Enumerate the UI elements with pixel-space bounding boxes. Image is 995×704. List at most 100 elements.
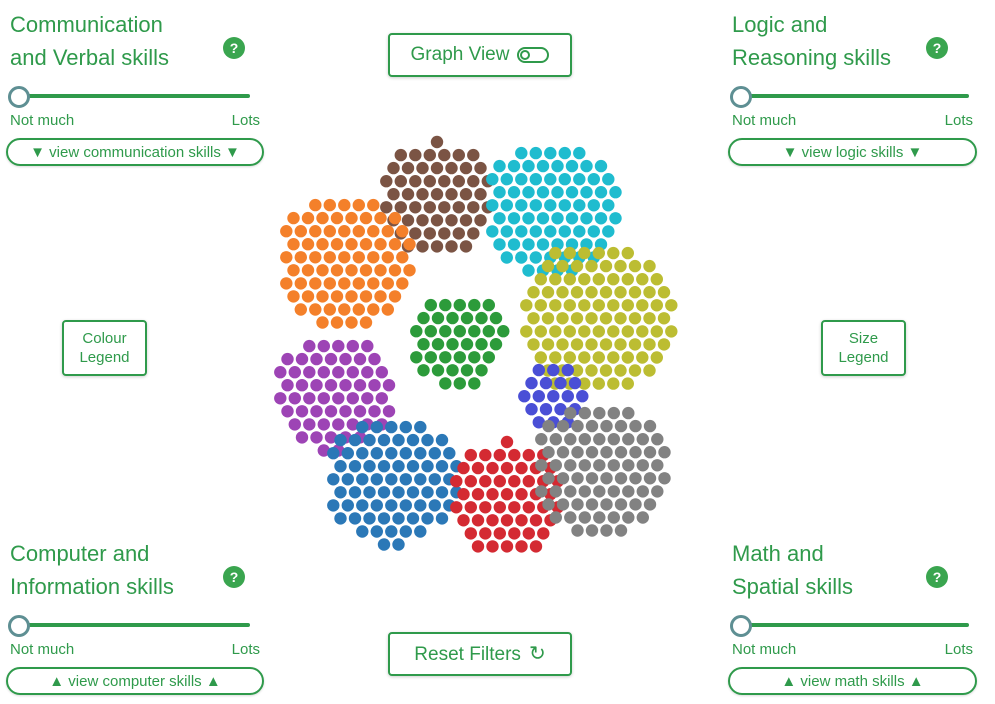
bubble[interactable] [309, 225, 322, 238]
bubble[interactable] [549, 511, 562, 524]
bubble[interactable] [556, 419, 570, 433]
bubble[interactable] [585, 446, 599, 459]
bubble[interactable] [324, 405, 338, 418]
view-communication-skills-button[interactable]: ▼ view communication skills ▼ [6, 138, 264, 166]
bubble[interactable] [522, 159, 535, 173]
bubble[interactable] [294, 303, 307, 316]
bubble[interactable] [406, 486, 420, 499]
bubble[interactable] [387, 161, 400, 175]
bubble[interactable] [348, 486, 362, 499]
bubble[interactable] [549, 485, 562, 498]
bubble[interactable] [614, 498, 628, 511]
bubble[interactable] [607, 485, 620, 498]
communication-slider[interactable] [8, 85, 250, 108]
bubble[interactable] [578, 459, 591, 472]
bubble[interactable] [593, 459, 606, 472]
bubble[interactable] [643, 419, 657, 433]
bubble[interactable] [628, 364, 642, 377]
bubble[interactable] [310, 405, 323, 418]
bubble[interactable] [500, 199, 513, 212]
bubble[interactable] [309, 303, 322, 316]
bubble[interactable] [416, 240, 429, 253]
bubble[interactable] [571, 446, 584, 459]
bubble[interactable] [587, 173, 600, 186]
bubble[interactable] [471, 461, 485, 475]
bubble[interactable] [643, 338, 656, 351]
bubble[interactable] [479, 501, 492, 514]
view-computer-skills-button[interactable]: ▲ view computer skills ▲ [6, 667, 264, 695]
bubble[interactable] [475, 311, 488, 325]
bubble[interactable] [600, 524, 613, 537]
bubble[interactable] [549, 351, 562, 364]
bubble[interactable] [324, 379, 338, 392]
bubble[interactable] [396, 225, 409, 238]
bubble[interactable] [497, 325, 510, 338]
bubble[interactable] [363, 486, 376, 499]
bubble[interactable] [475, 338, 488, 351]
bubble[interactable] [380, 201, 393, 214]
bubble[interactable] [457, 514, 470, 527]
bubble[interactable] [382, 379, 396, 392]
bubble[interactable] [327, 499, 340, 512]
bubble[interactable] [332, 366, 345, 379]
bubble[interactable] [614, 446, 628, 459]
bubble[interactable] [410, 351, 423, 364]
bubble[interactable] [593, 511, 606, 524]
bubble[interactable] [622, 485, 635, 498]
bubble[interactable] [636, 351, 649, 364]
bubble[interactable] [467, 201, 480, 214]
bubble[interactable] [446, 364, 459, 377]
bubble[interactable] [544, 199, 557, 212]
bubble[interactable] [593, 485, 606, 498]
bubble[interactable] [493, 238, 506, 251]
bubble[interactable] [421, 460, 434, 473]
bubble[interactable] [421, 512, 434, 525]
bubble[interactable] [338, 303, 351, 316]
bubble[interactable] [486, 225, 499, 238]
bubble[interactable] [592, 246, 605, 260]
bubble[interactable] [554, 376, 567, 390]
bubble[interactable] [573, 225, 586, 238]
bubble[interactable] [374, 238, 387, 251]
help-icon[interactable]: ? [926, 37, 948, 59]
bubble[interactable] [443, 447, 456, 460]
bubble[interactable] [500, 514, 514, 527]
bubble[interactable] [621, 246, 634, 260]
bubble[interactable] [467, 148, 480, 162]
bubble[interactable] [529, 514, 543, 527]
bubble[interactable] [536, 212, 550, 225]
slider-thumb[interactable] [730, 86, 752, 108]
bubble[interactable] [599, 338, 613, 351]
bubble[interactable] [549, 299, 562, 312]
bubble[interactable] [423, 148, 436, 162]
bubble[interactable] [359, 211, 373, 225]
bubble[interactable] [399, 473, 412, 486]
bubble[interactable] [515, 461, 528, 475]
bubble[interactable] [446, 311, 459, 325]
bubble[interactable] [529, 540, 543, 553]
bubble[interactable] [464, 501, 477, 514]
bubble[interactable] [309, 198, 322, 212]
bubble[interactable] [430, 188, 444, 201]
bubble[interactable] [602, 173, 615, 186]
bubble[interactable] [317, 366, 330, 379]
bubble[interactable] [520, 325, 533, 338]
bubble[interactable] [294, 277, 307, 290]
bubble[interactable] [345, 264, 358, 277]
bubble[interactable] [468, 325, 481, 338]
bubble[interactable] [423, 201, 436, 214]
bubble[interactable] [414, 447, 427, 460]
bubble[interactable] [547, 390, 560, 403]
bubble[interactable] [280, 251, 293, 264]
bubble[interactable] [522, 527, 535, 540]
bubble[interactable] [353, 352, 367, 366]
bubble[interactable] [578, 433, 591, 446]
bubble[interactable] [558, 199, 571, 212]
bubble[interactable] [585, 364, 598, 377]
bubble[interactable] [607, 325, 620, 338]
bubble[interactable] [430, 240, 444, 253]
bubble[interactable] [377, 460, 391, 473]
slider-thumb[interactable] [8, 615, 30, 637]
bubble[interactable] [570, 286, 584, 299]
bubble[interactable] [281, 379, 294, 392]
